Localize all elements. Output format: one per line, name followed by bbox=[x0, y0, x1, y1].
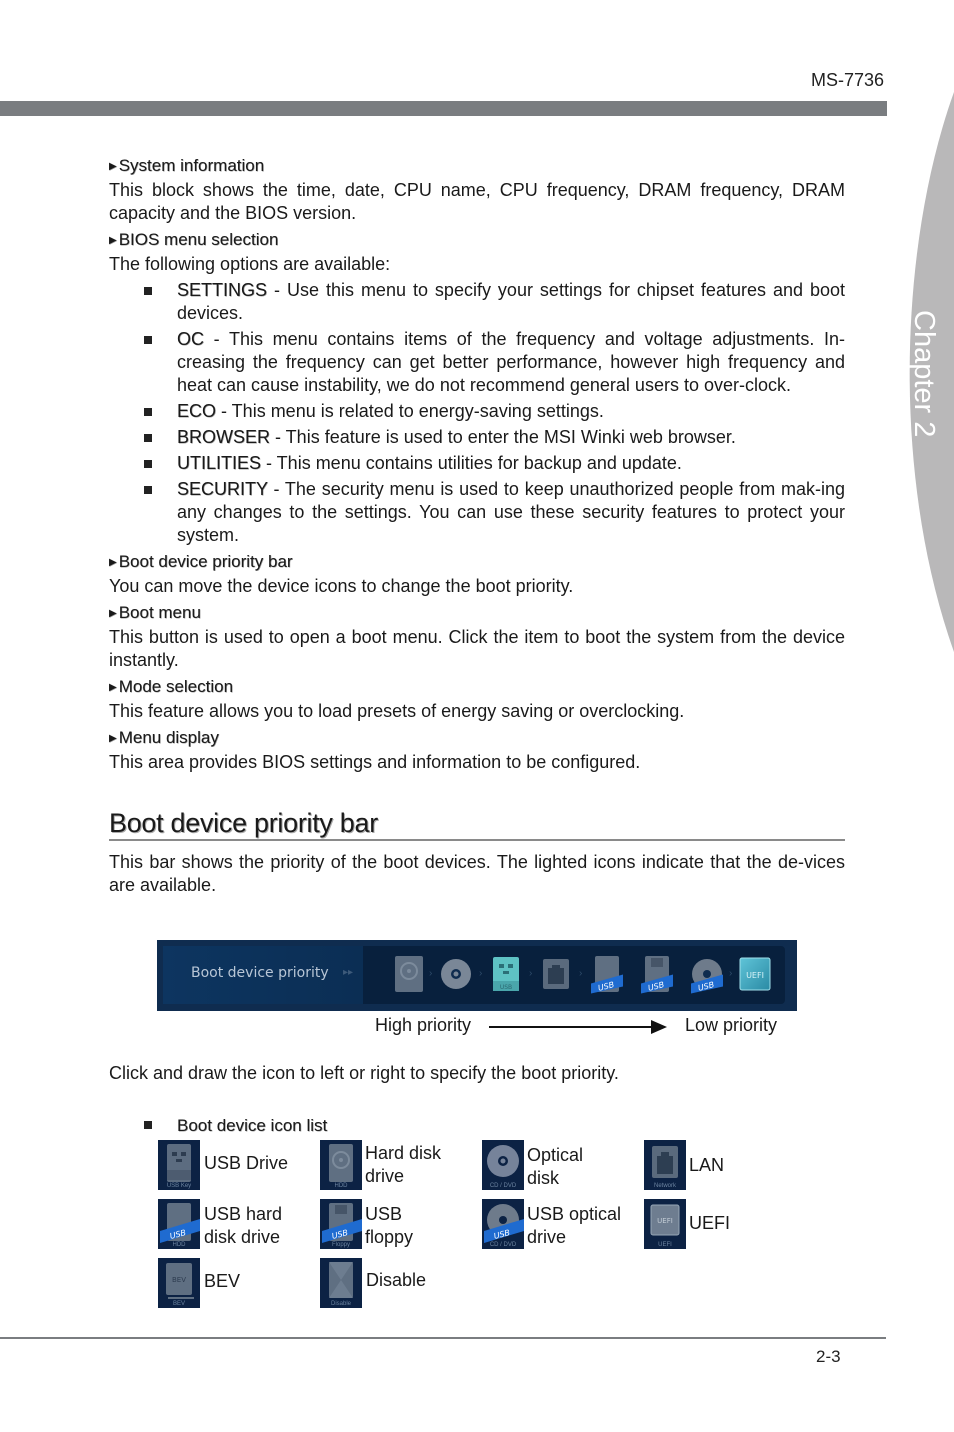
icon-label: Hard disk drive bbox=[365, 1143, 442, 1186]
usb-optical-icon[interactable]: USB bbox=[691, 954, 723, 994]
usb-floppy-icon[interactable]: USB bbox=[641, 954, 673, 994]
svg-text:USB: USB bbox=[500, 984, 512, 991]
optical-disk-icon: CD / DVD bbox=[482, 1140, 524, 1190]
icon-list-title: Boot device icon list bbox=[144, 1116, 327, 1136]
hdd-icon[interactable] bbox=[393, 954, 425, 994]
icon-label: LAN bbox=[689, 1155, 725, 1175]
arrow-line bbox=[489, 1026, 651, 1028]
icon-label: USB optical drive bbox=[527, 1204, 622, 1247]
usb-drive-icon[interactable]: USB bbox=[490, 954, 522, 994]
section-body: This button is used to open a boot menu.… bbox=[109, 627, 845, 670]
icon-label: Disable bbox=[366, 1270, 427, 1290]
icon-label: UEFI bbox=[689, 1213, 731, 1233]
section-title: ▶ Mode selection bbox=[109, 677, 234, 696]
list-item: SECURITY - The security menu is used to … bbox=[144, 478, 845, 547]
usb-hdd-icon[interactable]: USB bbox=[591, 954, 623, 994]
list-item: ECO - This menu is related to energy-sav… bbox=[144, 400, 845, 423]
svg-text:UEFI: UEFI bbox=[657, 1217, 673, 1225]
boot-priority-label: Boot device priority ▸▸ bbox=[163, 946, 363, 1004]
list-item: UTILITIES - This menu contains utilities… bbox=[144, 452, 845, 475]
section-body: This area provides BIOS settings and inf… bbox=[109, 752, 641, 772]
list-item: SETTINGS - Use this menu to specify your… bbox=[144, 279, 845, 325]
lan-icon[interactable] bbox=[540, 954, 572, 994]
usb-floppy-icon: USB Floppy bbox=[320, 1199, 362, 1249]
section-title: ▶ BIOS menu selection bbox=[109, 230, 279, 249]
usb-optical-icon: USB CD / DVD bbox=[482, 1199, 524, 1249]
low-priority-label: Low priority bbox=[685, 1015, 778, 1035]
boot-priority-bar: Boot device priority ▸▸ › › USB › › USB U… bbox=[157, 940, 797, 1011]
list-item: BROWSER - This feature is used to enter … bbox=[144, 426, 845, 449]
triangle-icon: ▶ bbox=[109, 557, 117, 568]
svg-text:BEV: BEV bbox=[172, 1276, 186, 1284]
instruction-text: Click and draw the icon to left or right… bbox=[109, 1063, 619, 1083]
section-intro: This bar shows the priority of the boot … bbox=[109, 852, 845, 895]
main-content: ▶ System information This block shows the… bbox=[109, 152, 845, 900]
footer-rule bbox=[0, 1337, 886, 1339]
optical-disk-icon[interactable] bbox=[440, 954, 472, 994]
separator-icon: › bbox=[529, 968, 533, 979]
separator-icon: › bbox=[579, 968, 583, 979]
icon-label: USB floppy bbox=[365, 1204, 414, 1247]
menu-options-list: SETTINGS - Use this menu to specify your… bbox=[109, 279, 845, 547]
triangle-icon: ▶ bbox=[109, 161, 117, 172]
bev-icon: BEV BEV bbox=[158, 1258, 200, 1308]
double-chevron-icon: ▸▸ bbox=[343, 967, 354, 978]
disable-icon: Disable bbox=[320, 1258, 362, 1308]
icon-label: USB hard disk drive bbox=[204, 1204, 283, 1247]
usb-hdd-icon: USB HDD bbox=[158, 1199, 200, 1249]
hdd-icon: HDD bbox=[320, 1140, 362, 1190]
separator-icon: › bbox=[729, 968, 733, 979]
section-body: The following options are available: bbox=[109, 254, 391, 274]
model-number: MS-7736 bbox=[810, 70, 884, 90]
section-body: You can move the device icons to change … bbox=[109, 576, 574, 596]
svg-text:UEFI: UEFI bbox=[746, 971, 764, 980]
page-number: 2-3 bbox=[816, 1347, 841, 1366]
section-title: ▶ Boot device priority bar bbox=[109, 552, 293, 571]
section-title: ▶ System information bbox=[109, 156, 265, 175]
triangle-icon: ▶ bbox=[109, 235, 117, 246]
bullet-icon bbox=[144, 1117, 152, 1131]
header-rule bbox=[0, 101, 887, 116]
separator-icon: › bbox=[429, 968, 433, 979]
section-body: This feature allows you to load presets … bbox=[109, 701, 685, 721]
lan-icon: Network bbox=[644, 1140, 686, 1190]
chapter-label: Chapter 2 bbox=[908, 310, 940, 438]
section-title: ▶ Boot menu bbox=[109, 603, 201, 622]
uefi-icon[interactable]: UEFI bbox=[739, 954, 771, 994]
high-priority-label: High priority bbox=[375, 1015, 472, 1035]
section-heading: Boot device priority bar bbox=[109, 810, 845, 841]
triangle-icon: ▶ bbox=[109, 608, 117, 619]
section-body: This block shows the time, date, CPU nam… bbox=[109, 180, 845, 223]
triangle-icon: ▶ bbox=[109, 682, 117, 693]
arrow-right-icon bbox=[651, 1020, 667, 1034]
triangle-icon: ▶ bbox=[109, 733, 117, 744]
uefi-icon: UEFI UEFI bbox=[644, 1199, 686, 1249]
section-title: ▶ Menu display bbox=[109, 728, 219, 747]
icon-label: Optical disk bbox=[527, 1145, 584, 1188]
list-item: OC - This menu contains items of the fre… bbox=[144, 328, 845, 397]
separator-icon: › bbox=[479, 968, 483, 979]
icon-label: BEV bbox=[204, 1271, 241, 1291]
usb-drive-icon: USB Key bbox=[158, 1140, 200, 1190]
icon-label: USB Drive bbox=[204, 1153, 289, 1173]
